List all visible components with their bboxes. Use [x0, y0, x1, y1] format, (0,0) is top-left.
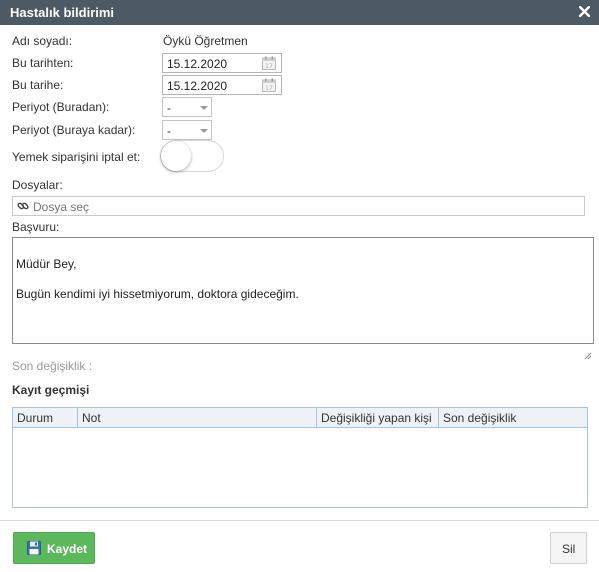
save-button[interactable]: Kaydet [13, 532, 95, 564]
close-icon[interactable] [579, 3, 593, 21]
file-select-placeholder: Dosya seç [33, 200, 90, 214]
to-date-value: 15.12.2020 [167, 79, 228, 93]
chevron-down-icon [200, 129, 208, 133]
link-icon [17, 200, 29, 212]
chevron-down-icon [200, 106, 208, 110]
delete-button[interactable]: Sil [550, 532, 587, 564]
column-header-note[interactable]: Not [78, 408, 317, 428]
name-value: Öykü Öğretmen [163, 34, 248, 48]
column-header-last-change[interactable]: Son değişiklik [439, 408, 587, 428]
from-date-label: Bu tarihten: [12, 56, 74, 70]
svg-text:17: 17 [265, 85, 273, 92]
period-from-select[interactable]: - [162, 97, 212, 117]
column-header-status[interactable]: Durum [13, 408, 78, 428]
period-to-value: - [167, 124, 171, 138]
history-title: Kayıt geçmişi [12, 383, 90, 397]
period-to-select[interactable]: - [162, 120, 212, 140]
dialog-titlebar: Hastalık bildirimi [0, 0, 599, 25]
calendar-icon[interactable]: 17 [262, 56, 276, 70]
dialog-title: Hastalık bildirimi [10, 5, 115, 20]
from-date-field[interactable]: 15.12.2020 17 [162, 53, 282, 73]
application-text: Müdür Bey, Bugün kendimi iyi hissetmiyor… [16, 257, 299, 301]
name-label: Adı soyadı: [12, 34, 73, 48]
files-label: Dosyalar: [12, 178, 63, 192]
period-from-label: Periyot (Buradan): [12, 100, 110, 114]
cancel-meal-toggle[interactable] [160, 140, 224, 172]
application-textarea[interactable]: Müdür Bey, Bugün kendimi iyi hissetmiyor… [12, 237, 594, 360]
from-date-value: 15.12.2020 [167, 57, 228, 71]
column-header-changed-by[interactable]: Değişikliği yapan kişi [317, 408, 439, 428]
floppy-disk-icon [27, 541, 41, 555]
application-label: Başvuru: [12, 220, 60, 234]
resize-grip-icon[interactable] [584, 334, 592, 360]
calendar-icon[interactable]: 17 [262, 78, 276, 92]
period-to-label: Periyot (Buraya kadar): [12, 123, 136, 137]
to-date-field[interactable]: 15.12.2020 17 [162, 75, 282, 95]
history-table: Durum Not Değişikliği yapan kişi Son değ… [12, 407, 588, 508]
save-button-label: Kaydet [47, 542, 88, 556]
svg-text:17: 17 [265, 63, 273, 70]
cancel-meal-label: Yemek siparişini iptal et: [12, 150, 141, 164]
toggle-knob [161, 141, 191, 171]
footer-divider [0, 520, 599, 521]
to-date-label: Bu tarihe: [12, 78, 64, 92]
file-select-input[interactable]: Dosya seç [12, 196, 585, 216]
period-from-value: - [167, 101, 171, 115]
last-change-label: Son değişiklik : [12, 359, 93, 373]
history-table-header: Durum Not Değişikliği yapan kişi Son değ… [13, 408, 587, 428]
delete-button-label: Sil [562, 542, 576, 556]
